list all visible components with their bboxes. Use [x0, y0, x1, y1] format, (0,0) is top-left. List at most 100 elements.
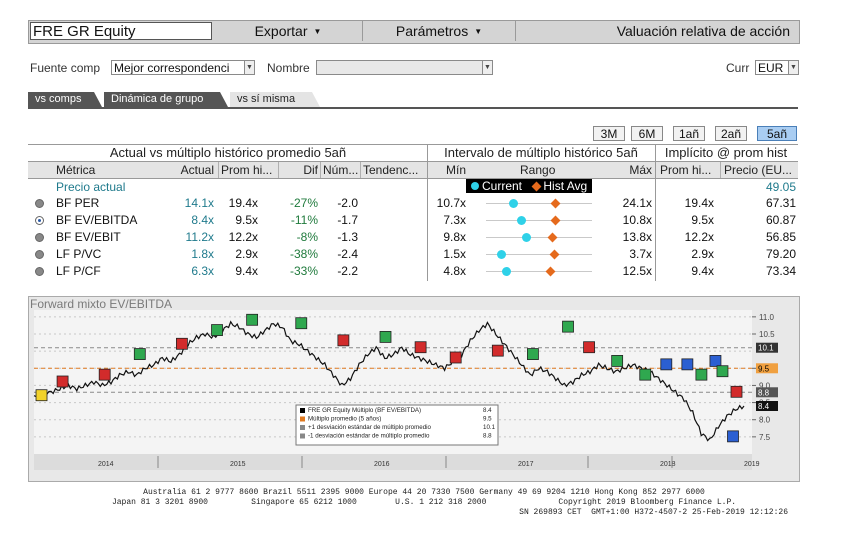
metric-name[interactable]: LF P/CF [56, 264, 101, 278]
signal-marker-red [98, 368, 111, 381]
legend-current: Current Hist Avg [466, 179, 593, 193]
col-min[interactable]: Mín [428, 163, 466, 177]
group-divider [655, 145, 656, 281]
forward-ev-ebitda-chart: 11.010.59.59.08.58.07.510.19.58.88.42014… [33, 306, 798, 470]
signal-marker-green [211, 324, 223, 336]
implied-price-value: 56.85 [765, 230, 796, 244]
tab-group-dynamics[interactable]: Dinámica de grupo [104, 92, 228, 107]
actual-value: 8.4x [191, 213, 214, 227]
chevron-down-icon: ▼ [313, 27, 322, 37]
implied-avg-value: 19.4x [684, 196, 714, 210]
period-5y-button[interactable]: 5añ [757, 126, 797, 141]
hist-avg-value: 9.4x [235, 264, 258, 278]
min-value: 9.8x [443, 230, 466, 244]
metric-radio[interactable] [35, 199, 44, 208]
col-implied-avg[interactable]: Prom hi... [660, 163, 711, 177]
name-select[interactable]: ▼ [316, 60, 493, 75]
legend-swatch [300, 408, 305, 413]
legend-entry: FRE GR Equity Múltiplo (BF EV/EBITDA) [308, 407, 421, 414]
actual-value: 6.3x [191, 264, 214, 278]
value-tag-label: 8.8 [758, 388, 770, 397]
params-menu[interactable]: Parámetros ▼ [363, 21, 515, 41]
metric-radio[interactable] [35, 267, 44, 276]
min-value: 10.7x [436, 196, 466, 210]
hist-avg-value: 12.2x [228, 230, 258, 244]
period-6m-button[interactable]: 6M [631, 126, 663, 141]
ticker-input[interactable]: FRE GR Equity [30, 22, 212, 40]
period-1y-button[interactable]: 1añ [673, 126, 705, 141]
metric-name[interactable]: LF P/VC [56, 247, 101, 261]
signal-marker-red [176, 337, 188, 350]
tab-vs-itself[interactable]: vs sí misma [230, 92, 320, 107]
legend-value: 8.8 [483, 433, 492, 440]
col-metric[interactable]: Métrica [56, 163, 95, 177]
col-diff[interactable]: Dif [280, 163, 318, 177]
col-max[interactable]: Máx [610, 163, 652, 177]
footer-line-3: SN 269893 CET GMT+1:00 H372-4507-2 25-Fe… [519, 508, 788, 517]
col-trend[interactable]: Tendenc... [363, 163, 418, 177]
group-header-implied: Implícito @ prom hist [664, 145, 788, 160]
col-num-std[interactable]: Núm... [323, 163, 358, 177]
range-track [486, 203, 592, 204]
metric-radio[interactable] [35, 250, 44, 259]
col-price[interactable]: Precio (EU... [724, 163, 796, 177]
diff-value: -8% [296, 230, 318, 244]
currency-select[interactable]: EUR ▼ [755, 60, 799, 75]
chevron-down-icon[interactable]: ▼ [244, 61, 254, 74]
period-3m-button[interactable]: 3M [593, 126, 625, 141]
signal-marker-green [246, 313, 259, 326]
currency-label: Curr [726, 61, 750, 75]
metric-name[interactable]: BF PER [56, 196, 99, 210]
x-tick-label: 2015 [230, 461, 246, 468]
value-tag-label: 10.1 [758, 344, 774, 353]
max-value: 3.7x [629, 247, 652, 261]
col-actual[interactable]: Actual [160, 163, 214, 177]
source-select[interactable]: Mejor correspondenci ▼ [111, 60, 255, 75]
signal-marker-green [611, 355, 624, 367]
period-2y-button[interactable]: 2añ [715, 126, 747, 141]
metric-radio[interactable] [35, 233, 44, 242]
name-label: Nombre [267, 61, 310, 75]
min-value: 7.3x [443, 213, 466, 227]
chevron-down-icon[interactable]: ▼ [482, 61, 492, 74]
footer-line-2: Japan 81 3 3201 8900 Singapore 65 6212 1… [111, 498, 737, 507]
legend-entry: -1 desviación estándar de múltiplo prome… [308, 433, 430, 440]
col-divider [720, 162, 721, 178]
current-price-label: Precio actual [56, 180, 126, 194]
hist-avg-diamond-icon [531, 181, 542, 192]
legend-swatch [300, 433, 305, 439]
signal-marker-green [527, 348, 539, 360]
col-range[interactable]: Rango [520, 163, 555, 177]
signal-marker-green [133, 348, 146, 360]
footer-line-1: Australia 61 2 9777 8600 Brazil 5511 239… [143, 488, 705, 497]
metric-name[interactable]: BF EV/EBITDA [56, 213, 137, 227]
chevron-down-icon[interactable]: ▼ [788, 61, 798, 74]
export-label: Exportar [254, 23, 308, 39]
hist-avg-value: 2.9x [235, 247, 258, 261]
col-divider [360, 162, 361, 178]
signal-marker-red [337, 334, 350, 347]
current-dot-icon [471, 182, 479, 190]
export-menu[interactable]: Exportar ▼ [214, 21, 362, 41]
metric-name[interactable]: BF EV/EBIT [56, 230, 121, 244]
legend-entry: Múltiplo promedio (5 años) [308, 416, 381, 423]
current-marker-icon [516, 216, 526, 225]
signal-marker-blue [681, 358, 694, 371]
tab-vs-comps[interactable]: vs comps [28, 92, 102, 107]
actual-value: 14.1x [184, 196, 214, 210]
num-std-value: -2.4 [337, 247, 358, 261]
current-marker-icon [508, 199, 518, 208]
range-track [486, 220, 592, 221]
implied-avg-value: 2.9x [691, 247, 714, 261]
col-hist-avg[interactable]: Prom hi... [221, 163, 272, 177]
header-divider [28, 178, 798, 179]
signal-marker-green [639, 368, 652, 381]
signal-marker-green [295, 317, 308, 330]
metric-radio[interactable] [35, 216, 44, 225]
group-header-actual: Actual vs múltiplo histórico promedio 5a… [109, 145, 347, 160]
legend-swatch [300, 425, 305, 430]
signal-marker-red [730, 385, 743, 398]
source-value: Mejor correspondenci [114, 61, 230, 75]
col-divider [320, 162, 321, 178]
current-marker-icon [496, 250, 506, 259]
